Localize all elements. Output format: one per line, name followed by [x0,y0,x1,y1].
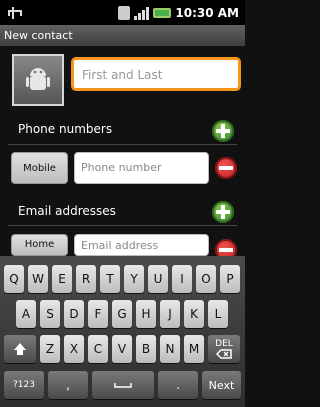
shift-key[interactable] [4,335,36,363]
usb-icon [6,6,22,20]
key-m[interactable]: M [184,335,204,363]
key-n[interactable]: N [160,335,180,363]
key-a[interactable]: A [16,300,36,328]
key-j[interactable]: J [160,300,180,328]
comma-key[interactable]: , [48,371,88,399]
add-phone-button[interactable] [212,120,234,142]
key-c[interactable]: C [88,335,108,363]
window-title: New contact [0,25,245,46]
key-f[interactable]: F [88,300,108,328]
key-b[interactable]: B [136,335,156,363]
symbols-key[interactable]: ?123 [4,371,44,399]
key-d[interactable]: D [64,300,84,328]
phone-section-title: Phone numbers [18,122,113,136]
key-w[interactable]: W [28,265,48,293]
key-t[interactable]: T [100,265,120,293]
key-i[interactable]: I [172,265,192,293]
key-y[interactable]: Y [124,265,144,293]
key-l[interactable]: L [208,300,228,328]
next-key[interactable]: Next [202,371,241,399]
key-r[interactable]: R [76,265,96,293]
soft-keyboard: Q W E R T Y U I O P A S D F G H J K L Z … [0,256,245,407]
phone-number-field[interactable]: Phone number [74,152,209,184]
name-field[interactable]: First and Last [71,57,241,91]
email-type-button[interactable]: Home [11,234,68,256]
divider [8,144,237,145]
key-u[interactable]: U [148,265,168,293]
key-z[interactable]: Z [40,335,60,363]
contact-photo[interactable] [12,54,64,106]
key-o[interactable]: O [196,265,216,293]
email-field[interactable]: Email address [74,234,209,256]
remove-phone-button[interactable] [215,157,237,179]
key-x[interactable]: X [64,335,84,363]
email-section-title: Email addresses [18,204,116,218]
key-g[interactable]: G [112,300,132,328]
status-icons: 10:30 AM [118,5,239,20]
delete-key-label: DEL [215,339,233,349]
shift-icon [14,343,26,355]
sim-icon [118,5,131,20]
key-s[interactable]: S [40,300,60,328]
divider [8,225,237,226]
key-e[interactable]: E [52,265,72,293]
period-key[interactable]: . [158,371,198,399]
add-email-button[interactable] [212,201,234,223]
key-h[interactable]: H [136,300,156,328]
key-q[interactable]: Q [4,265,24,293]
key-k[interactable]: K [184,300,204,328]
space-icon [114,383,132,388]
space-key[interactable] [92,371,154,399]
key-v[interactable]: V [112,335,132,363]
clock: 10:30 AM [175,5,239,20]
status-bar: 10:30 AM [0,0,245,25]
backspace-icon [216,349,232,359]
contact-form: First and Last Phone numbers Mobile Phon… [0,46,245,261]
android-icon [26,68,50,90]
battery-icon [153,7,172,18]
phone-type-button[interactable]: Mobile [11,152,68,184]
delete-key[interactable]: DEL [208,335,240,363]
key-p[interactable]: P [220,265,240,293]
signal-icon [134,6,150,20]
